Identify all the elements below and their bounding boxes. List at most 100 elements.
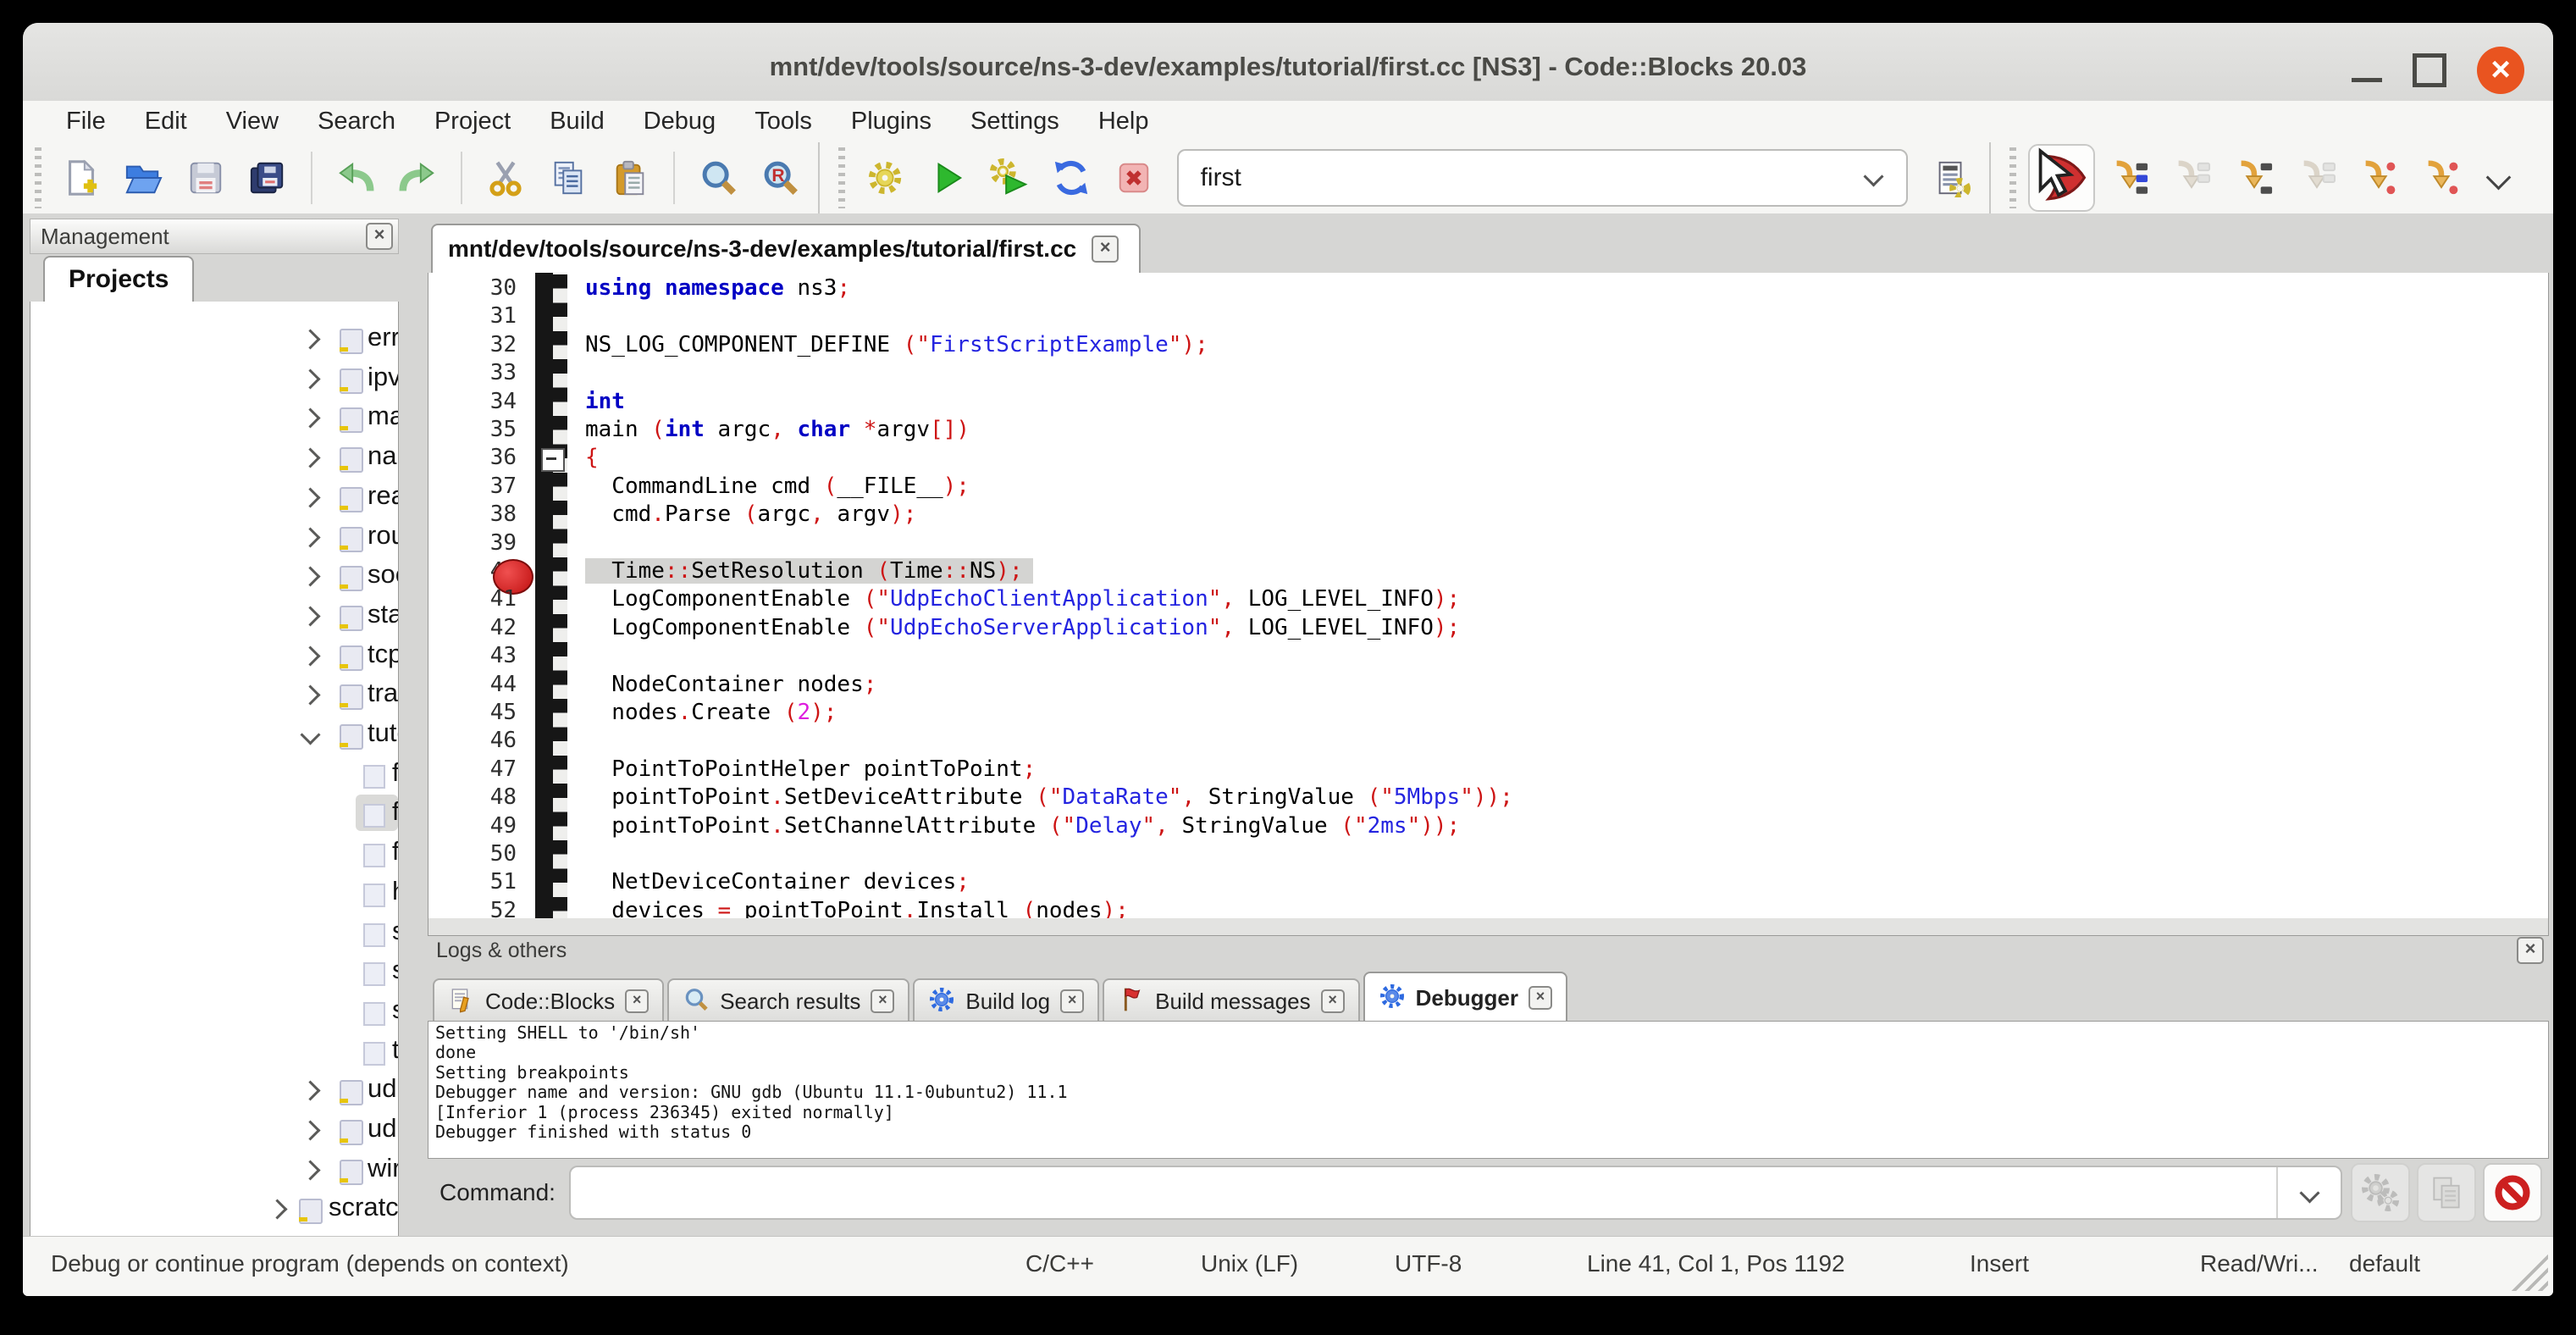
title-bar[interactable]: mnt/dev/tools/source/ns-3-dev/examples/t… [23, 23, 2553, 102]
menu-item-help[interactable]: Help [1079, 108, 1169, 136]
project-tree[interactable]: erroipv6matnamreallroutsockstattcptraflt… [30, 302, 399, 1237]
tree-item-he[interactable]: he [30, 872, 398, 912]
chevron-right-icon[interactable] [303, 1123, 318, 1142]
chevron-down-icon[interactable] [2276, 1167, 2341, 1218]
line-number[interactable]: 32 [428, 331, 517, 359]
stop-icon[interactable] [2483, 1163, 2542, 1222]
tree-item-reall[interactable]: reall [30, 477, 398, 517]
close-icon[interactable]: × [1092, 235, 1119, 263]
line-number[interactable]: 42 [428, 614, 517, 642]
new-file-icon[interactable] [55, 152, 108, 204]
logs-tab-search-results[interactable]: Search results× [667, 978, 909, 1022]
chevron-right-icon[interactable] [303, 451, 318, 469]
tab-projects[interactable]: Projects [43, 256, 194, 303]
replace-icon[interactable]: R [754, 152, 806, 204]
tree-item-fo[interactable]: fo [30, 833, 398, 872]
line-number[interactable]: 33 [428, 359, 517, 387]
run-to-cursor-icon[interactable] [2103, 152, 2156, 204]
tree-item-udp[interactable]: udp [30, 1070, 398, 1110]
chevron-right-icon[interactable] [303, 569, 318, 588]
line-number[interactable]: 34 [428, 388, 517, 416]
tree-item-se[interactable]: se [30, 912, 398, 952]
build-and-run-icon[interactable] [983, 152, 1036, 204]
step-into-icon[interactable] [2228, 152, 2280, 204]
line-number[interactable]: 37 [428, 473, 517, 501]
abort-build-icon[interactable] [1108, 152, 1160, 204]
tree-item-udp-[interactable]: udp- [30, 1110, 398, 1149]
line-number[interactable]: 36 [428, 444, 517, 472]
save-all-icon[interactable] [242, 152, 295, 204]
line-number[interactable]: 48 [428, 784, 517, 812]
run-icon[interactable] [920, 152, 973, 204]
tree-item-se[interactable]: se [30, 951, 398, 991]
menu-item-edit[interactable]: Edit [125, 108, 207, 136]
fold-collapse-icon[interactable] [541, 448, 565, 472]
tree-item-fir[interactable]: fir [30, 793, 398, 833]
build-target-options-icon[interactable] [1925, 152, 1977, 204]
editor-tab-first-cc[interactable]: mnt/dev/tools/source/ns-3-dev/examples/t… [431, 224, 1141, 274]
command-input[interactable] [569, 1166, 2342, 1220]
paste-icon[interactable] [604, 152, 656, 204]
tree-item-tuto[interactable]: tuto [30, 714, 398, 754]
management-header[interactable]: Management × [30, 219, 399, 254]
line-number[interactable]: 43 [428, 642, 517, 670]
line-number[interactable]: 50 [428, 840, 517, 868]
logs-tab-debugger[interactable]: Debugger× [1363, 972, 1567, 1022]
menu-item-plugins[interactable]: Plugins [832, 108, 951, 136]
gears-icon[interactable] [2351, 1163, 2410, 1222]
open-file-icon[interactable] [117, 152, 169, 204]
line-number[interactable]: 39 [428, 529, 517, 557]
toolbar-gripper[interactable] [35, 147, 41, 208]
menu-item-build[interactable]: Build [530, 108, 624, 136]
chevron-down-icon[interactable] [303, 728, 318, 746]
close-icon[interactable]: × [366, 223, 393, 250]
close-icon[interactable]: × [1528, 986, 1552, 1010]
line-number[interactable]: 30 [428, 274, 517, 302]
chevron-right-icon[interactable] [303, 1083, 318, 1102]
menu-item-file[interactable]: File [47, 108, 125, 136]
logs-header[interactable]: Logs & others × [428, 936, 2549, 965]
logs-tab-build-log[interactable]: Build log× [913, 978, 1099, 1022]
tree-item-stat[interactable]: stat [30, 595, 398, 635]
menu-item-search[interactable]: Search [298, 108, 415, 136]
line-number[interactable]: 44 [428, 671, 517, 699]
logs-tab-build-messages[interactable]: Build messages× [1103, 978, 1360, 1022]
step-out-icon[interactable] [2291, 152, 2343, 204]
tree-item-mat[interactable]: mat [30, 397, 398, 437]
tree-item-fif[interactable]: fif [30, 754, 398, 794]
tree-item-wire[interactable]: wire [30, 1149, 398, 1189]
close-icon[interactable]: × [1060, 989, 1084, 1013]
tree-item-scratch[interactable]: scratch [30, 1188, 398, 1228]
line-number[interactable]: 49 [428, 812, 517, 840]
line-number[interactable]: 51 [428, 868, 517, 896]
close-icon[interactable]: × [2517, 937, 2544, 964]
copy-icon[interactable] [542, 152, 594, 204]
line-number[interactable]: 35 [428, 416, 517, 444]
step-into-instruction-icon[interactable] [2415, 152, 2468, 204]
tree-item-six[interactable]: six [30, 991, 398, 1031]
chevron-right-icon[interactable] [270, 1202, 285, 1221]
line-number[interactable]: 38 [428, 501, 517, 529]
menu-item-project[interactable]: Project [415, 108, 530, 136]
close-icon[interactable]: × [625, 989, 649, 1013]
rebuild-icon[interactable] [1045, 152, 1097, 204]
tree-item-tcp[interactable]: tcp [30, 635, 398, 675]
menu-item-tools[interactable]: Tools [735, 108, 832, 136]
tree-item-th[interactable]: th [30, 1031, 398, 1071]
chevron-right-icon[interactable] [303, 490, 318, 509]
chevron-right-icon[interactable] [303, 688, 318, 706]
tree-item-nam[interactable]: nam [30, 437, 398, 477]
chevron-right-icon[interactable] [303, 411, 318, 429]
minimize-icon[interactable] [2352, 78, 2382, 82]
build-target-combobox[interactable]: first [1177, 149, 1909, 207]
close-icon[interactable]: × [1321, 989, 1345, 1013]
tree-item-rout[interactable]: rout [30, 517, 398, 557]
line-number[interactable]: 31 [428, 302, 517, 330]
code-editor[interactable]: 30using namespace ns3;3132NS_LOG_COMPONE… [428, 273, 2549, 919]
toolbar-gripper[interactable] [2009, 147, 2016, 208]
line-number[interactable]: 46 [428, 727, 517, 755]
undo-icon[interactable] [329, 152, 382, 204]
close-icon[interactable]: × [2477, 47, 2524, 94]
chevron-right-icon[interactable] [303, 530, 318, 549]
chevron-right-icon[interactable] [303, 332, 318, 351]
